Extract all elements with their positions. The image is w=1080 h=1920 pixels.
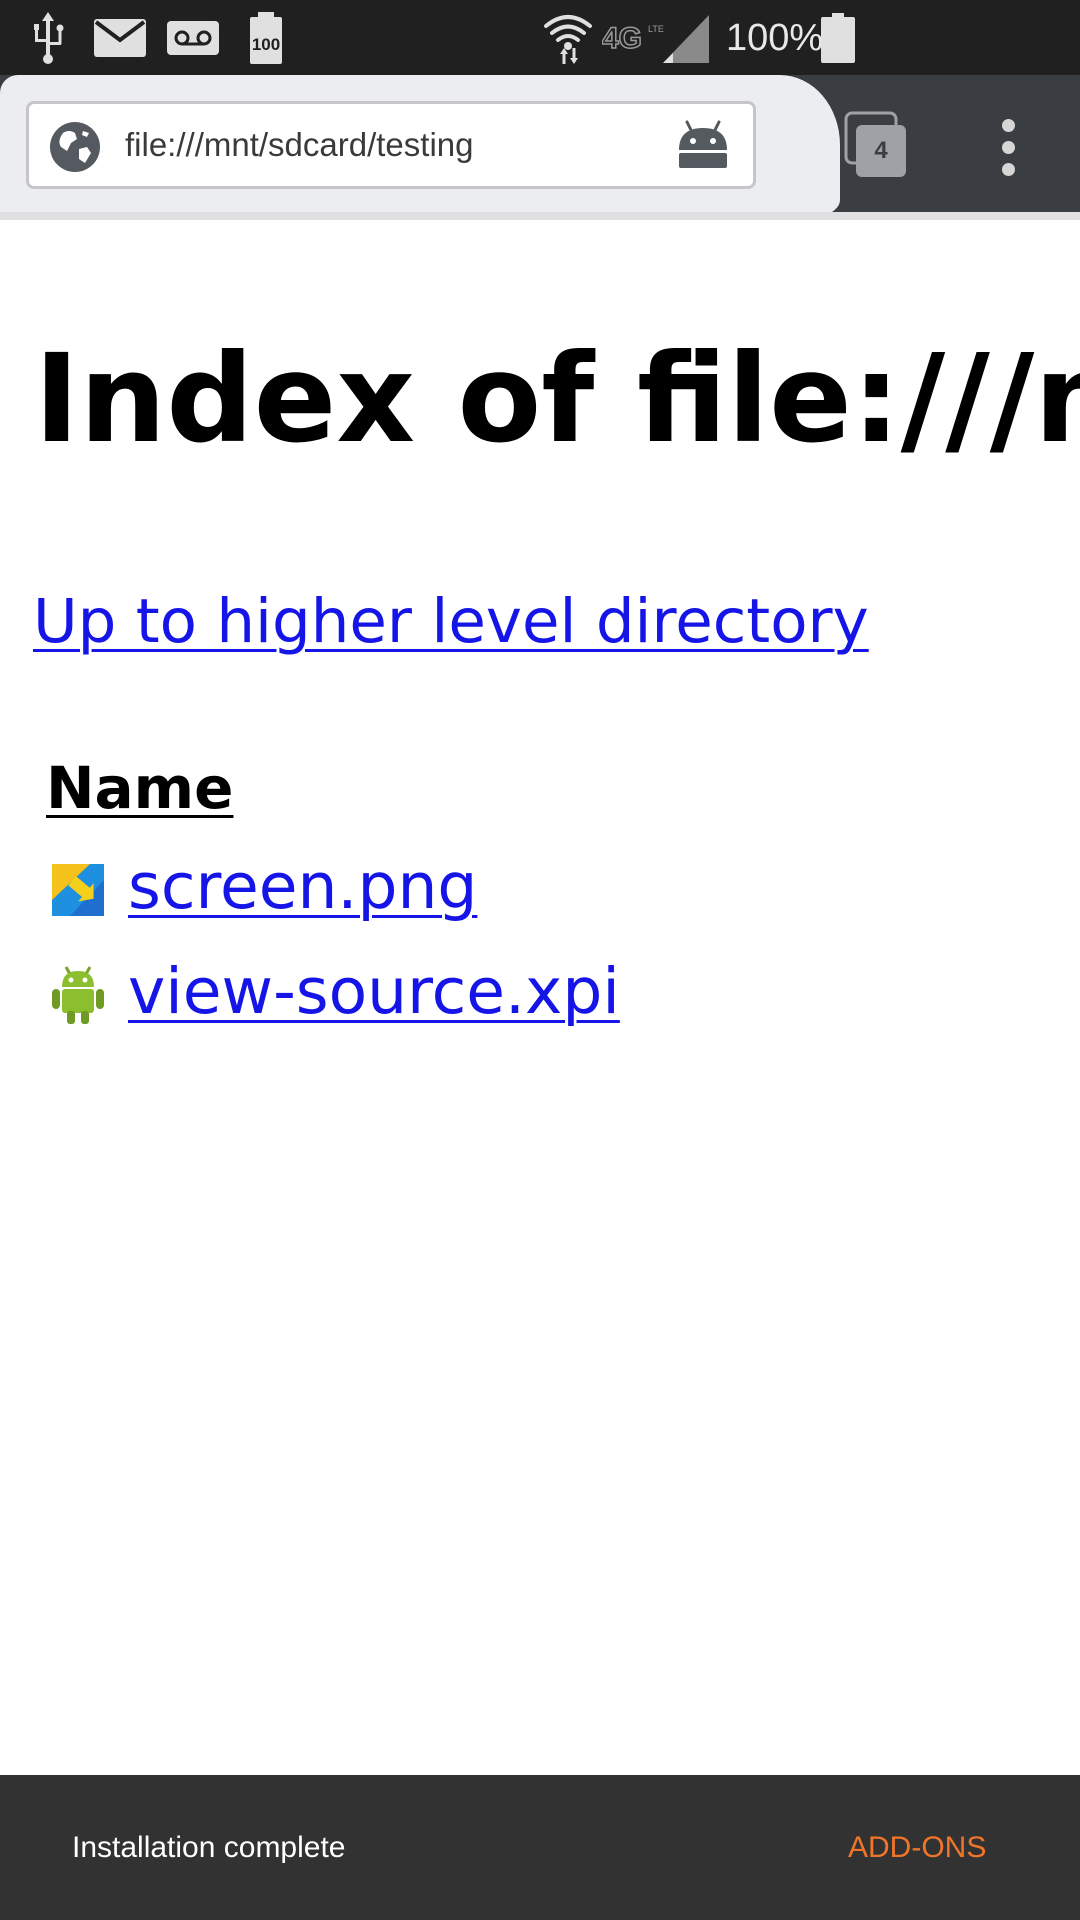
toolbar-divider: [0, 212, 1080, 220]
file-link-view-source-xpi[interactable]: view-source.xpi: [128, 955, 620, 1028]
android-icon[interactable]: [675, 120, 731, 170]
voicemail-icon: [166, 10, 220, 66]
network-label: 4G: [602, 22, 642, 55]
up-directory-link[interactable]: Up to higher level directory: [33, 586, 869, 657]
url-text[interactable]: file:///mnt/sdcard/testing: [125, 104, 473, 186]
url-bar[interactable]: file:///mnt/sdcard/testing: [26, 101, 756, 189]
browser-toolbar: file:///mnt/sdcard/testing 4: [0, 75, 1080, 220]
android-file-icon: [52, 966, 104, 1024]
status-bar: 100 4G LTE 100%: [0, 0, 1080, 75]
cell-signal-icon: [660, 10, 712, 66]
battery-badge-label: 100: [252, 35, 280, 54]
file-link-screen-png[interactable]: screen.png: [128, 850, 477, 923]
snackbar-message: Installation complete: [72, 1831, 346, 1864]
name-column-header[interactable]: Name: [46, 754, 233, 822]
globe-icon: [50, 122, 100, 172]
add-ons-button[interactable]: ADD-ONS: [848, 1775, 986, 1920]
wifi-icon: [540, 10, 596, 66]
image-file-icon: [52, 864, 104, 916]
overflow-menu-icon[interactable]: [990, 119, 1026, 177]
tabs-counter-button[interactable]: 4: [844, 111, 910, 179]
battery-icon: [820, 10, 856, 66]
mail-icon: [92, 10, 148, 66]
tab-count: 4: [874, 137, 888, 164]
usb-icon: [28, 10, 68, 66]
page-content: Index of file:///mnt/sdcard/testing Up t…: [0, 220, 1080, 1775]
battery-100-notification-icon: 100: [246, 10, 286, 66]
page-title: Index of file:///mnt/sdcard/testing: [34, 328, 1080, 470]
battery-percent: 100%: [726, 17, 824, 59]
lte-4g-icon: 4G LTE: [602, 10, 664, 66]
snackbar: Installation complete ADD-ONS: [0, 1775, 1080, 1920]
